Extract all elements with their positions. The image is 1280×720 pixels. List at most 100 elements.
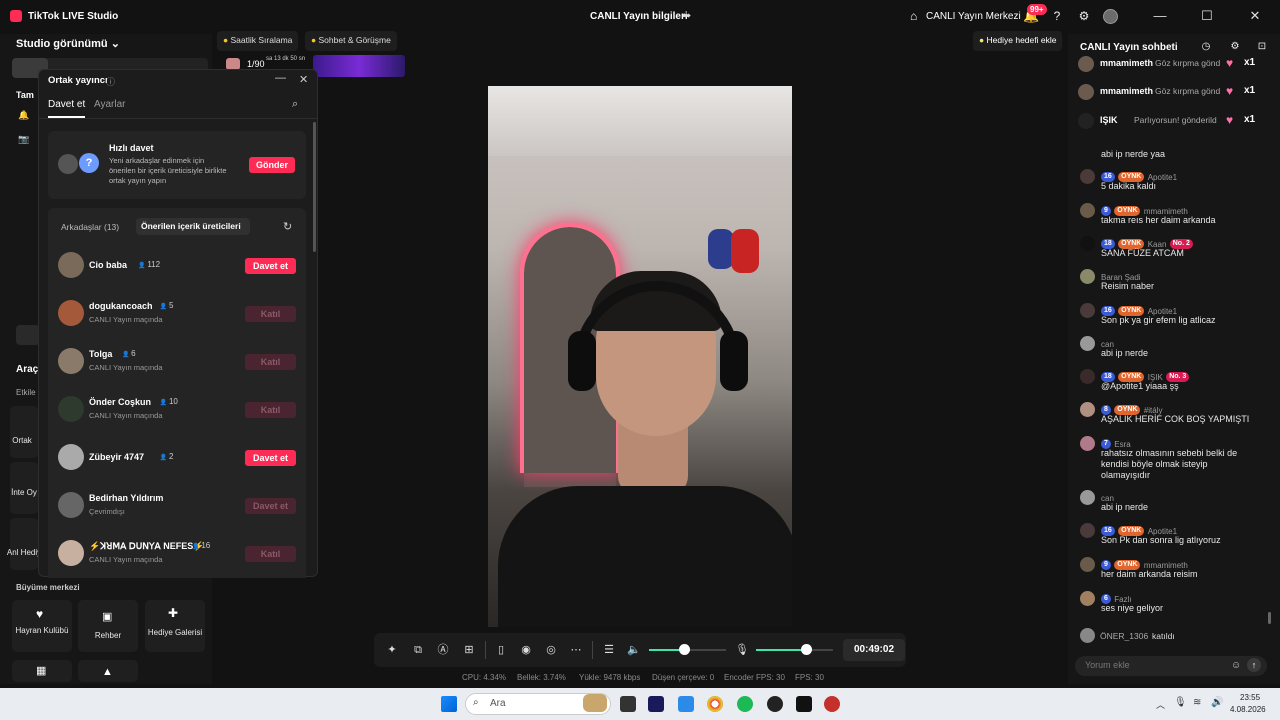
gift-goal-button[interactable]: ● Hediye hedefi ekle — [973, 31, 1063, 51]
phone-icon[interactable]: ▯ — [494, 643, 508, 657]
chat-message-text: 5 dakika kaldı — [1101, 181, 1157, 191]
avatar — [1080, 336, 1095, 351]
share-icon[interactable]: ➦ — [682, 9, 694, 22]
add-source-icon[interactable]: ⊞ — [462, 643, 476, 657]
gear-icon[interactable]: ⚙ — [1077, 9, 1091, 23]
modal-scrollbar[interactable] — [313, 122, 316, 252]
tab-settings[interactable]: Ayarlar — [94, 99, 126, 110]
divider — [485, 641, 486, 659]
close-button[interactable]: ✕ — [1247, 8, 1263, 24]
tray-chevron-icon[interactable]: ︿ — [1156, 698, 1165, 711]
invite-button[interactable]: Davet et — [245, 450, 296, 466]
chat-scrollbar[interactable] — [1268, 612, 1271, 624]
spotify-icon[interactable] — [737, 696, 753, 712]
screen-add-icon[interactable]: ⧉ — [411, 643, 425, 657]
promo-banner[interactable] — [313, 55, 405, 77]
camera-switch-icon[interactable]: ◎ — [544, 643, 558, 657]
join-button[interactable]: Katıl — [245, 546, 296, 562]
tray-mic-icon[interactable]: 🎙 — [1174, 697, 1187, 708]
tab-hourly-ranking[interactable]: ● Saatlik Sıralama — [217, 31, 299, 51]
video-preview — [488, 86, 792, 627]
chrome-icon[interactable] — [707, 696, 723, 712]
tab-chat-meeting[interactable]: ● Sohbet & Görüşme — [305, 31, 397, 51]
refresh-icon[interactable]: ↻ — [283, 220, 292, 233]
profile-avatar[interactable] — [1103, 9, 1118, 24]
tab-friends[interactable]: Arkadaşlar (13) — [61, 222, 119, 232]
ceiling — [488, 86, 792, 156]
avatar — [58, 444, 84, 470]
left-small-button[interactable] — [16, 325, 40, 345]
obs-icon[interactable] — [767, 696, 783, 712]
popout-icon[interactable]: ⊡ — [1255, 40, 1269, 54]
chat-message-text: abi ip nerde yaa — [1101, 149, 1166, 159]
creator-name: Cio baba — [89, 260, 128, 270]
guide-tile[interactable] — [78, 600, 138, 652]
avatar — [1080, 591, 1095, 606]
invite-button[interactable]: Davet et — [245, 498, 296, 514]
speaker-icon[interactable]: 🔈 — [627, 643, 641, 657]
tile-anli[interactable] — [10, 518, 38, 570]
media-player-icon[interactable] — [824, 696, 840, 712]
emoji-icon[interactable]: ☺ — [1231, 660, 1241, 671]
tab-suggested[interactable]: Önerilen içerik üreticileri — [136, 218, 250, 235]
tile-ortak[interactable] — [10, 406, 38, 458]
follower-count-value: 6 — [131, 349, 136, 358]
book-icon: ▣ — [102, 611, 113, 623]
mail-icon[interactable] — [678, 696, 694, 712]
volume-tray-icon[interactable]: 🔊 — [1211, 697, 1223, 708]
microphone-icon[interactable]: 🎙 — [735, 643, 749, 657]
clock-icon[interactable]: ◷ — [1199, 40, 1213, 54]
live-center-link[interactable]: CANLI Yayın Merkezi — [926, 11, 1021, 22]
record-icon[interactable]: ◉ — [519, 643, 533, 657]
avatar — [58, 540, 84, 566]
info-icon[interactable]: ⓘ — [106, 75, 115, 88]
avatar — [1080, 628, 1095, 643]
tiktok-icon[interactable] — [796, 696, 812, 712]
mic-knob[interactable] — [801, 644, 813, 655]
join-button[interactable]: Katıl — [245, 354, 296, 370]
user-icon: 👤 — [159, 400, 169, 406]
taskbar-time[interactable]: 23:55 — [1240, 693, 1260, 702]
mic-fill — [756, 649, 807, 651]
wifi-icon[interactable]: ≋ — [1193, 697, 1201, 708]
join-button[interactable]: Katıl — [245, 306, 296, 322]
avatar — [1080, 269, 1095, 284]
avatar — [1078, 113, 1094, 129]
pinned-text: Göz kırpma gönd — [1155, 86, 1221, 96]
magic-wand-icon[interactable]: ✦ — [385, 643, 399, 657]
invite-button[interactable]: Davet et — [245, 258, 296, 274]
avatar — [1080, 369, 1095, 384]
pinned-mult: x1 — [1244, 57, 1256, 68]
chat-message-text: Reisim naber — [1101, 281, 1155, 291]
minimize-modal-button[interactable]: — — [275, 72, 286, 84]
minimize-button[interactable]: — — [1152, 8, 1168, 24]
ai-icon[interactable]: Ⓐ — [436, 643, 450, 657]
file-explorer-icon[interactable] — [620, 696, 636, 712]
avatar — [1080, 169, 1095, 184]
send-icon[interactable]: ↑ — [1247, 658, 1261, 672]
studio-view-dropdown[interactable]: Studio görünümü ⌄ — [16, 37, 120, 50]
volume-knob[interactable] — [678, 644, 690, 655]
more-icon[interactable]: ⋯ — [569, 643, 583, 657]
comment-placeholder: Yorum ekle — [1085, 660, 1130, 670]
send-invite-button[interactable]: Gönder — [249, 157, 295, 173]
tab-invite[interactable]: Davet et — [48, 99, 85, 110]
join-button[interactable]: Katıl — [245, 402, 296, 418]
windows-start-icon[interactable] — [441, 696, 457, 712]
live-info-title[interactable]: CANLI Yayın bilgileri — [590, 11, 688, 22]
notification-badge: 99+ — [1027, 4, 1047, 15]
after-effects-icon[interactable] — [648, 696, 664, 712]
chat-message-text: @Apotite1 yiaaa şş — [1101, 381, 1179, 391]
help-icon[interactable]: ? — [1050, 9, 1064, 23]
chat-message-text: rahatsız olmasının sebebi belki de kendi… — [1101, 448, 1238, 480]
taskbar-date[interactable]: 4.08.2026 — [1230, 705, 1266, 714]
sliders-icon[interactable]: ☰ — [602, 643, 616, 657]
pinned-user: mmamimeth — [1100, 58, 1154, 68]
maximize-button[interactable]: ☐ — [1199, 8, 1215, 24]
avatar — [1080, 236, 1095, 251]
follower-count: 👤 6 — [122, 349, 136, 358]
search-icon[interactable]: ⌕ — [292, 98, 298, 111]
joined-user: ÖNER_1306 — [1100, 631, 1149, 641]
close-modal-button[interactable]: ✕ — [299, 73, 308, 86]
settings-icon[interactable]: ⚙ — [1228, 40, 1242, 54]
